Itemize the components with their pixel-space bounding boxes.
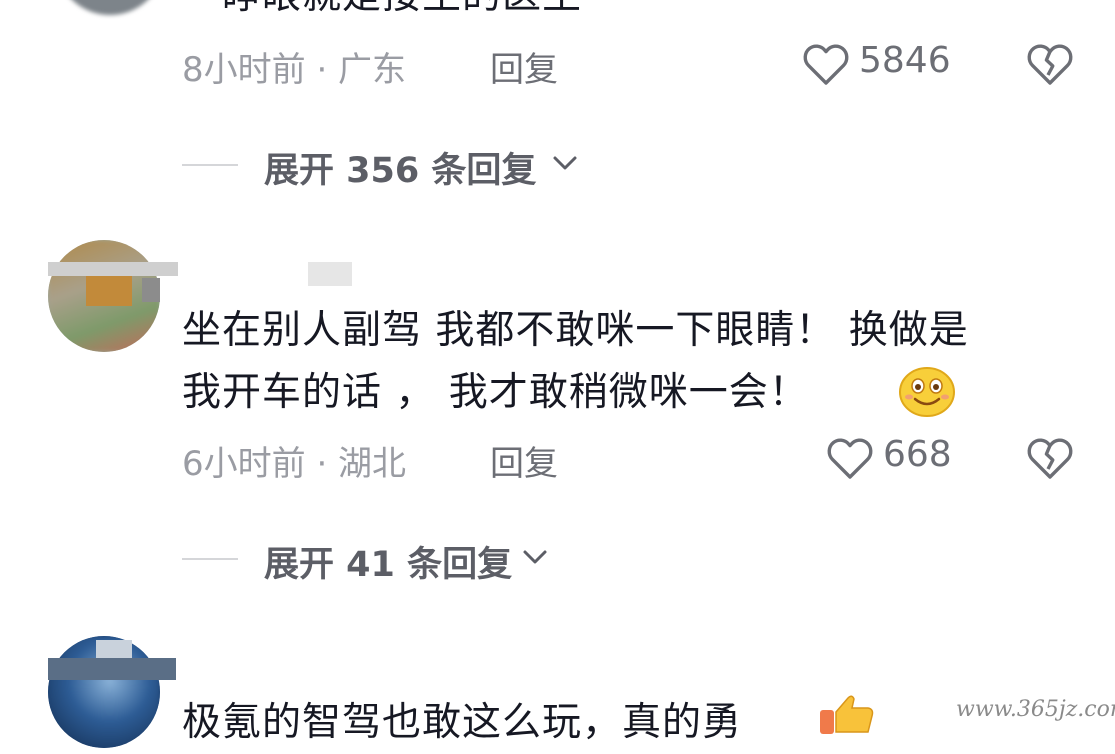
- reply-button[interactable]: 回复: [490, 42, 558, 91]
- comment-text: 极氪的智驾也敢这么玩，真的勇: [182, 700, 743, 745]
- broken-heart-icon[interactable]: [1026, 436, 1074, 480]
- expand-replies[interactable]: 展开 356 条回复: [182, 138, 602, 193]
- username-redacted: [96, 640, 132, 658]
- username-redacted: [86, 276, 132, 306]
- reply-button[interactable]: 回复: [490, 436, 558, 485]
- expand-replies[interactable]: 展开 41 条回复: [182, 532, 582, 587]
- chevron-down-icon: [523, 550, 547, 564]
- divider: [182, 558, 238, 560]
- heart-outline-icon: [803, 44, 849, 85]
- expand-replies-label: 展开 41 条回复: [264, 545, 513, 585]
- expand-replies-label: 展开 356 条回复: [264, 151, 537, 191]
- username-redacted: [142, 278, 160, 302]
- chevron-down-icon: [553, 156, 577, 170]
- comment-text-line: 坐在别人副驾 我都不敢咪一下眼睛！ 换做是: [182, 308, 969, 353]
- comment-text: 一睁眼就是接生的医生: [182, 0, 582, 27]
- like-count: 668: [883, 434, 952, 475]
- like-count: 5846: [859, 40, 951, 81]
- broken-heart-icon[interactable]: [1026, 42, 1074, 86]
- username-redacted: [308, 262, 352, 286]
- heart-outline-icon: [827, 438, 873, 479]
- smiling-face-emoji: [899, 367, 955, 417]
- username-redacted[interactable]: [48, 262, 178, 276]
- watermark: www.365jz.com: [956, 697, 1115, 722]
- thumbs-up-emoji: [820, 695, 874, 734]
- divider: [182, 164, 238, 166]
- like-button[interactable]: 5846: [802, 40, 962, 90]
- comment-meta: 8小时前 · 广东: [182, 50, 407, 90]
- username-redacted[interactable]: [48, 658, 176, 680]
- comment-meta: 6小时前 · 湖北: [182, 444, 407, 484]
- like-button[interactable]: 668: [826, 434, 966, 484]
- avatar[interactable]: [55, 0, 165, 15]
- comment-text-line: 我开车的话 ， 我才敢稍微咪一会！: [182, 370, 809, 415]
